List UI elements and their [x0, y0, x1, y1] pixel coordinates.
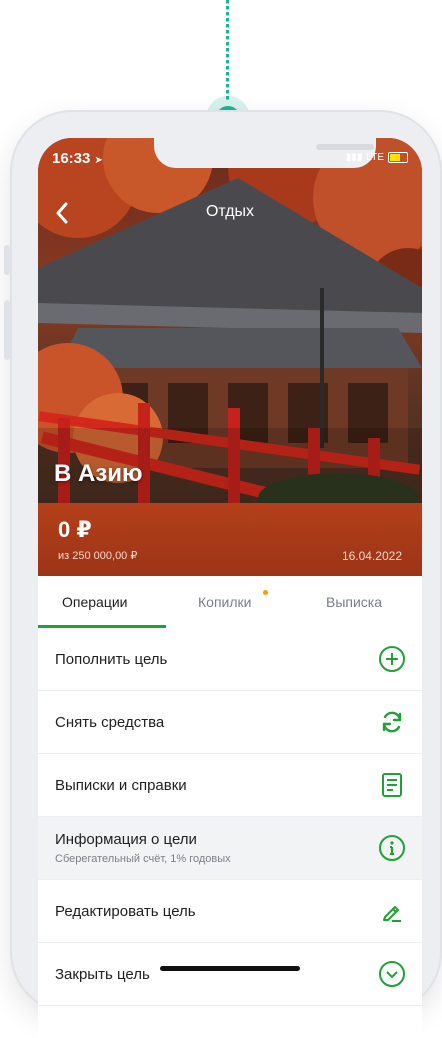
tab-badge-dot [263, 590, 268, 595]
speaker-grille [316, 144, 374, 150]
action-label: Выписки и справки [55, 777, 187, 794]
action-goal-info[interactable]: Информация о цели Сберегательный счёт, 1… [38, 817, 422, 880]
action-withdraw-funds[interactable]: Снять средства [38, 691, 422, 754]
action-list: Пополнить цель Снять средства Выписки и … [38, 628, 422, 1006]
document-icon [382, 773, 402, 797]
action-sublabel: Сберегательный счёт, 1% годовых [55, 853, 231, 865]
tab-statement[interactable]: Выписка [326, 576, 382, 628]
action-label: Редактировать цель [55, 903, 196, 920]
pencil-icon [383, 906, 401, 922]
tab-bar: Операции Копилки Выписка [38, 576, 422, 629]
signal-icon: ▮▮▮ [345, 152, 363, 163]
phone-side-button [4, 300, 10, 360]
action-edit-goal[interactable]: Редактировать цель [38, 880, 422, 943]
refresh-icon [382, 711, 402, 733]
action-label: Закрыть цель [55, 966, 150, 983]
goal-current-amount: 0 ₽ [58, 517, 92, 542]
tab-piggy-banks[interactable]: Копилки [198, 576, 251, 628]
phone-side-button [4, 245, 10, 275]
action-statements-certificates[interactable]: Выписки и справки [38, 754, 422, 817]
goal-target-amount: из 250 000,00 ₽ [58, 550, 138, 562]
tab-operations[interactable]: Операции [62, 576, 128, 628]
phone-screen: 0 ₽ из 250 000,00 ₽ 16.04.2022 16:33 ➤ ▮… [38, 138, 422, 1038]
action-close-goal[interactable]: Закрыть цель [38, 943, 422, 1006]
goal-name: В Азию [54, 460, 143, 487]
status-time: 16:33 ➤ [52, 150, 103, 167]
status-time-text: 16:33 [52, 150, 91, 167]
action-label: Пополнить цель [55, 651, 168, 668]
plus-circle-icon [379, 646, 405, 672]
action-topup-goal[interactable]: Пополнить цель [38, 628, 422, 691]
location-arrow-icon: ➤ [94, 155, 103, 166]
home-indicator[interactable] [160, 966, 300, 971]
info-icon [379, 835, 405, 861]
network-type: LTE [366, 152, 384, 163]
connector-line [226, 0, 229, 102]
action-label: Информация о цели [55, 831, 197, 848]
page-title: Отдых [205, 203, 255, 220]
goal-amount-band: 0 ₽ из 250 000,00 ₽ 16.04.2022 [38, 503, 422, 576]
goal-date: 16.04.2022 [341, 549, 402, 563]
phone-notch [154, 138, 376, 168]
action-label: Снять средства [55, 714, 165, 731]
battery-icon [388, 152, 408, 163]
close-circle-icon [379, 961, 405, 987]
status-indicators: ▮▮▮ LTE [346, 152, 408, 163]
